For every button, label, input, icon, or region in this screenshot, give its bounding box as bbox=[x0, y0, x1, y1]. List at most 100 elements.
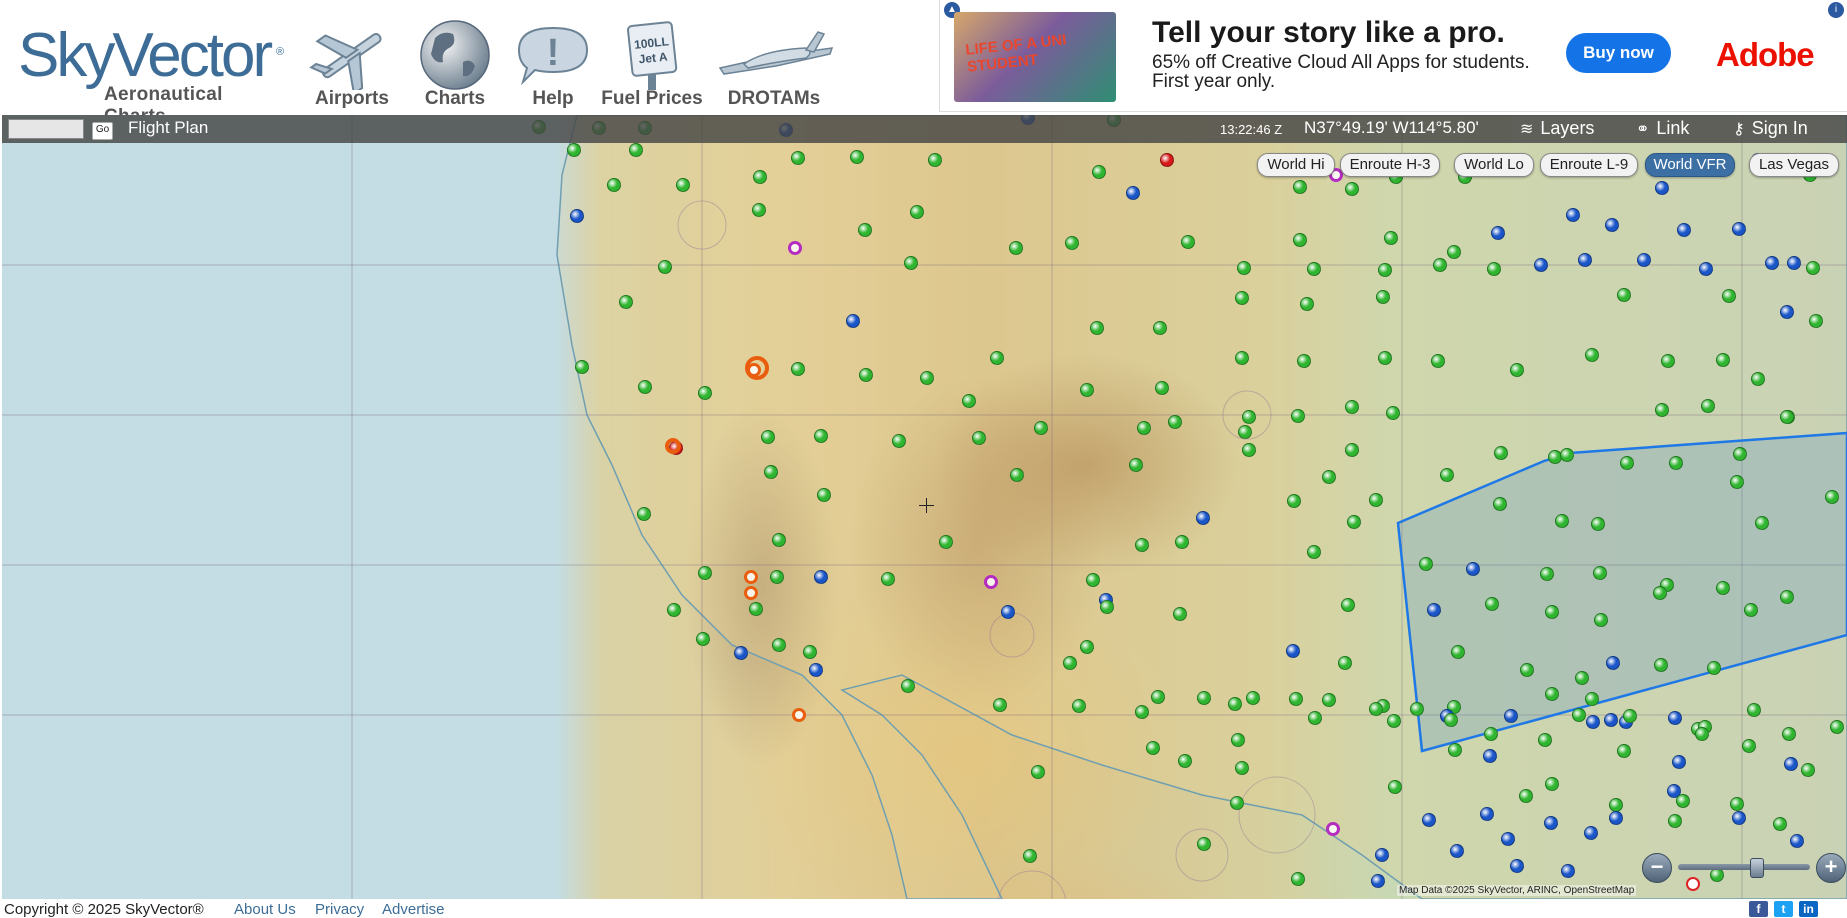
airport-marker[interactable] bbox=[1451, 645, 1465, 659]
airport-marker[interactable] bbox=[1654, 658, 1668, 672]
airport-marker[interactable] bbox=[1617, 744, 1631, 758]
airport-marker[interactable] bbox=[1732, 811, 1746, 825]
airport-marker[interactable] bbox=[1655, 403, 1669, 417]
go-button[interactable]: Go bbox=[92, 122, 113, 140]
airport-marker[interactable] bbox=[570, 209, 584, 223]
airport-marker[interactable] bbox=[1080, 383, 1094, 397]
airport-marker[interactable] bbox=[1345, 400, 1359, 414]
airport-marker[interactable] bbox=[1560, 448, 1574, 462]
airport-marker[interactable] bbox=[1494, 446, 1508, 460]
airport-marker[interactable] bbox=[1427, 603, 1441, 617]
aeronautical-map[interactable]: Go Flight Plan 13:22:46 Z N37°49.19' W11… bbox=[2, 115, 1847, 899]
airport-marker[interactable] bbox=[1520, 663, 1534, 677]
airport-marker[interactable] bbox=[1297, 354, 1311, 368]
airport-marker[interactable] bbox=[764, 465, 778, 479]
airport-marker[interactable] bbox=[1593, 566, 1607, 580]
airport-marker[interactable] bbox=[1010, 468, 1024, 482]
airport-marker[interactable] bbox=[1504, 709, 1518, 723]
nav-charts-button[interactable]: Charts bbox=[405, 14, 505, 110]
airport-marker[interactable] bbox=[1322, 693, 1336, 707]
airport-marker[interactable] bbox=[901, 679, 915, 693]
airport-marker[interactable] bbox=[770, 570, 784, 584]
airport-marker[interactable] bbox=[1784, 757, 1798, 771]
airport-marker[interactable] bbox=[1286, 644, 1300, 658]
airport-marker[interactable] bbox=[1540, 567, 1554, 581]
zoom-slider[interactable] bbox=[1678, 858, 1810, 878]
airport-marker[interactable] bbox=[850, 150, 864, 164]
airport-marker[interactable] bbox=[1072, 699, 1086, 713]
zoom-out-button[interactable]: − bbox=[1642, 853, 1672, 883]
flight-plan-button[interactable]: Flight Plan bbox=[128, 118, 208, 138]
airport-marker[interactable] bbox=[809, 663, 823, 677]
airport-marker[interactable] bbox=[928, 153, 942, 167]
airport-marker[interactable] bbox=[1790, 834, 1804, 848]
airport-marker[interactable] bbox=[1806, 261, 1820, 275]
airport-marker[interactable] bbox=[1699, 262, 1713, 276]
airport-marker[interactable] bbox=[1484, 727, 1498, 741]
airport-marker[interactable] bbox=[1751, 372, 1765, 386]
airport-marker[interactable] bbox=[749, 602, 763, 616]
airport-marker[interactable] bbox=[1578, 253, 1592, 267]
airport-marker[interactable] bbox=[1369, 702, 1383, 716]
airport-marker[interactable] bbox=[637, 507, 651, 521]
airport-marker[interactable] bbox=[1235, 761, 1249, 775]
airport-marker[interactable] bbox=[1160, 153, 1174, 167]
airport-marker[interactable] bbox=[1146, 741, 1160, 755]
airport-marker[interactable] bbox=[1308, 711, 1322, 725]
airport-marker[interactable] bbox=[814, 429, 828, 443]
airport-marker[interactable] bbox=[1825, 490, 1839, 504]
airport-marker[interactable] bbox=[1196, 511, 1210, 525]
nav-airports-button[interactable]: Airports bbox=[302, 14, 402, 110]
airport-marker[interactable] bbox=[1534, 258, 1548, 272]
airport-marker[interactable] bbox=[803, 645, 817, 659]
tab-las-vegas[interactable]: Las Vegas bbox=[1749, 153, 1839, 177]
airport-marker[interactable] bbox=[619, 295, 633, 309]
about-us-link[interactable]: About Us bbox=[234, 901, 296, 918]
airport-marker[interactable] bbox=[575, 360, 589, 374]
airport-marker[interactable] bbox=[1347, 515, 1361, 529]
airport-marker[interactable] bbox=[892, 434, 906, 448]
airport-marker[interactable] bbox=[1371, 874, 1385, 888]
airport-marker[interactable] bbox=[881, 572, 895, 586]
airport-marker[interactable] bbox=[1369, 493, 1383, 507]
airport-marker[interactable] bbox=[753, 170, 767, 184]
airport-marker[interactable] bbox=[1606, 656, 1620, 670]
airport-marker[interactable] bbox=[1661, 354, 1675, 368]
airport-marker[interactable] bbox=[1733, 447, 1747, 461]
airport-marker[interactable] bbox=[658, 260, 672, 274]
airport-marker[interactable] bbox=[1326, 822, 1340, 836]
airport-marker[interactable] bbox=[1242, 410, 1256, 424]
airport-marker[interactable] bbox=[744, 586, 758, 600]
airport-marker[interactable] bbox=[1291, 872, 1305, 886]
airport-marker[interactable] bbox=[1419, 557, 1433, 571]
airport-marker[interactable] bbox=[920, 371, 934, 385]
airport-marker[interactable] bbox=[1747, 703, 1761, 717]
airport-marker[interactable] bbox=[1433, 258, 1447, 272]
advertise-link[interactable]: Advertise bbox=[382, 901, 445, 918]
airspace-ring-marker[interactable] bbox=[745, 356, 769, 380]
airport-marker[interactable] bbox=[1466, 562, 1480, 576]
airport-marker[interactable] bbox=[1431, 354, 1445, 368]
airport-marker[interactable] bbox=[1773, 817, 1787, 831]
airport-marker[interactable] bbox=[1605, 218, 1619, 232]
airport-marker[interactable] bbox=[1510, 363, 1524, 377]
nav-help-button[interactable]: ! Help bbox=[503, 14, 603, 110]
airport-marker[interactable] bbox=[1230, 796, 1244, 810]
airport-marker[interactable] bbox=[1031, 765, 1045, 779]
airport-marker[interactable] bbox=[607, 178, 621, 192]
airport-marker[interactable] bbox=[1765, 256, 1779, 270]
airport-marker[interactable] bbox=[1538, 733, 1552, 747]
airport-marker[interactable] bbox=[696, 632, 710, 646]
airport-marker[interactable] bbox=[752, 203, 766, 217]
airport-marker[interactable] bbox=[859, 368, 873, 382]
sign-in-button[interactable]: ⚷ Sign In bbox=[1733, 118, 1808, 139]
airport-marker[interactable] bbox=[1555, 514, 1569, 528]
airport-marker[interactable] bbox=[1341, 598, 1355, 612]
airport-marker[interactable] bbox=[1480, 807, 1494, 821]
airport-marker[interactable] bbox=[1287, 494, 1301, 508]
airport-marker[interactable] bbox=[1519, 789, 1533, 803]
airport-marker[interactable] bbox=[1228, 697, 1242, 711]
airport-marker[interactable] bbox=[698, 566, 712, 580]
airport-marker[interactable] bbox=[772, 638, 786, 652]
airport-marker[interactable] bbox=[1155, 381, 1169, 395]
